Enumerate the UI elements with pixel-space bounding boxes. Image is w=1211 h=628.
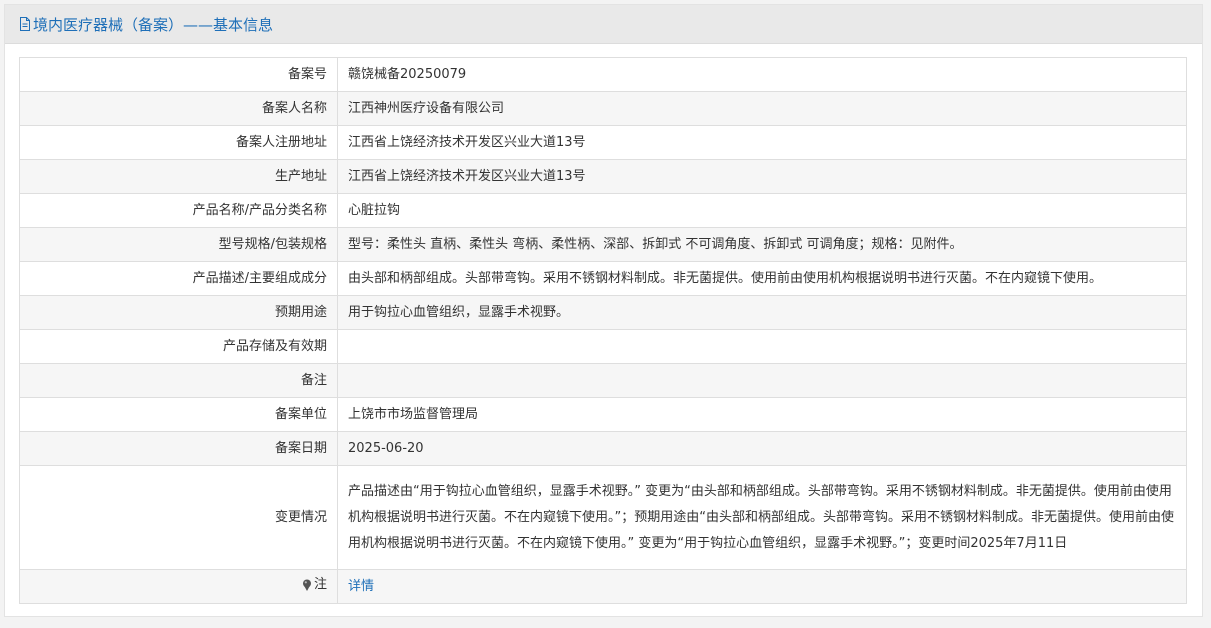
field-label: 备案人名称 — [19, 91, 338, 126]
field-value — [337, 363, 1187, 398]
field-value: 江西省上饶经济技术开发区兴业大道13号 — [337, 159, 1187, 194]
field-label: 生产地址 — [19, 159, 338, 194]
field-value: 江西省上饶经济技术开发区兴业大道13号 — [337, 125, 1187, 160]
field-label: 产品存储及有效期 — [19, 329, 338, 364]
table-row: 备案人注册地址 江西省上饶经济技术开发区兴业大道13号 — [19, 125, 1187, 160]
field-value: 心脏拉钩 — [337, 193, 1187, 228]
panel-header: 境内医疗器械（备案）——基本信息 — [5, 5, 1202, 44]
field-label: 备注 — [19, 363, 338, 398]
field-label: 变更情况 — [19, 465, 338, 570]
field-label: 备案日期 — [19, 431, 338, 466]
note-value: 详情 — [337, 569, 1187, 604]
field-label: 备案单位 — [19, 397, 338, 432]
info-panel: 境内医疗器械（备案）——基本信息 备案号 赣饶械备20250079 备案人名称 … — [4, 4, 1203, 617]
table-row: 备注 — [19, 363, 1187, 398]
field-value: 2025-06-20 — [337, 431, 1187, 466]
change-history-text: 产品描述由“用于钩拉心血管组织，显露手术视野。” 变更为“由头部和柄部组成。头部… — [337, 465, 1187, 570]
table-row: 备案单位 上饶市市场监督管理局 — [19, 397, 1187, 432]
table-row: 备案号 赣饶械备20250079 — [19, 57, 1187, 92]
table-row: 产品描述/主要组成成分 由头部和柄部组成。头部带弯钩。采用不锈钢材料制成。非无菌… — [19, 261, 1187, 296]
field-label: 产品名称/产品分类名称 — [19, 193, 338, 228]
field-value: 用于钩拉心血管组织，显露手术视野。 — [337, 295, 1187, 330]
field-value: 赣饶械备20250079 — [337, 57, 1187, 92]
detail-table: 备案号 赣饶械备20250079 备案人名称 江西神州医疗设备有限公司 备案人注… — [19, 57, 1187, 604]
note-label-cell: 注 — [19, 569, 338, 604]
pin-icon — [302, 579, 311, 591]
table-row: 生产地址 江西省上饶经济技术开发区兴业大道13号 — [19, 159, 1187, 194]
table-row: 备案日期 2025-06-20 — [19, 431, 1187, 466]
table-row: 产品名称/产品分类名称 心脏拉钩 — [19, 193, 1187, 228]
field-value — [337, 329, 1187, 364]
field-value: 型号：柔性头 直柄、柔性头 弯柄、柔性柄、深部、拆卸式 不可调角度、拆卸式 可调… — [337, 227, 1187, 262]
document-icon — [20, 17, 30, 31]
field-label: 型号规格/包装规格 — [19, 227, 338, 262]
field-label: 备案号 — [19, 57, 338, 92]
details-link[interactable]: 详情 — [348, 579, 374, 594]
table-row: 预期用途 用于钩拉心血管组织，显露手术视野。 — [19, 295, 1187, 330]
note-label-text: 注 — [313, 577, 327, 592]
table-row: 型号规格/包装规格 型号：柔性头 直柄、柔性头 弯柄、柔性柄、深部、拆卸式 不可… — [19, 227, 1187, 262]
field-value: 上饶市市场监督管理局 — [337, 397, 1187, 432]
change-history-row: 变更情况 产品描述由“用于钩拉心血管组织，显露手术视野。” 变更为“由头部和柄部… — [19, 465, 1187, 570]
note-label: 注 — [302, 575, 327, 595]
field-label: 产品描述/主要组成成分 — [19, 261, 338, 296]
field-label: 备案人注册地址 — [19, 125, 338, 160]
table-row: 备案人名称 江西神州医疗设备有限公司 — [19, 91, 1187, 126]
page-title: 境内医疗器械（备案）——基本信息 — [33, 15, 274, 34]
field-label: 预期用途 — [19, 295, 338, 330]
note-row: 注 详情 — [19, 569, 1187, 604]
field-value: 由头部和柄部组成。头部带弯钩。采用不锈钢材料制成。非无菌提供。使用前由使用机构根… — [337, 261, 1187, 296]
table-row: 产品存储及有效期 — [19, 329, 1187, 364]
field-value: 江西神州医疗设备有限公司 — [337, 91, 1187, 126]
